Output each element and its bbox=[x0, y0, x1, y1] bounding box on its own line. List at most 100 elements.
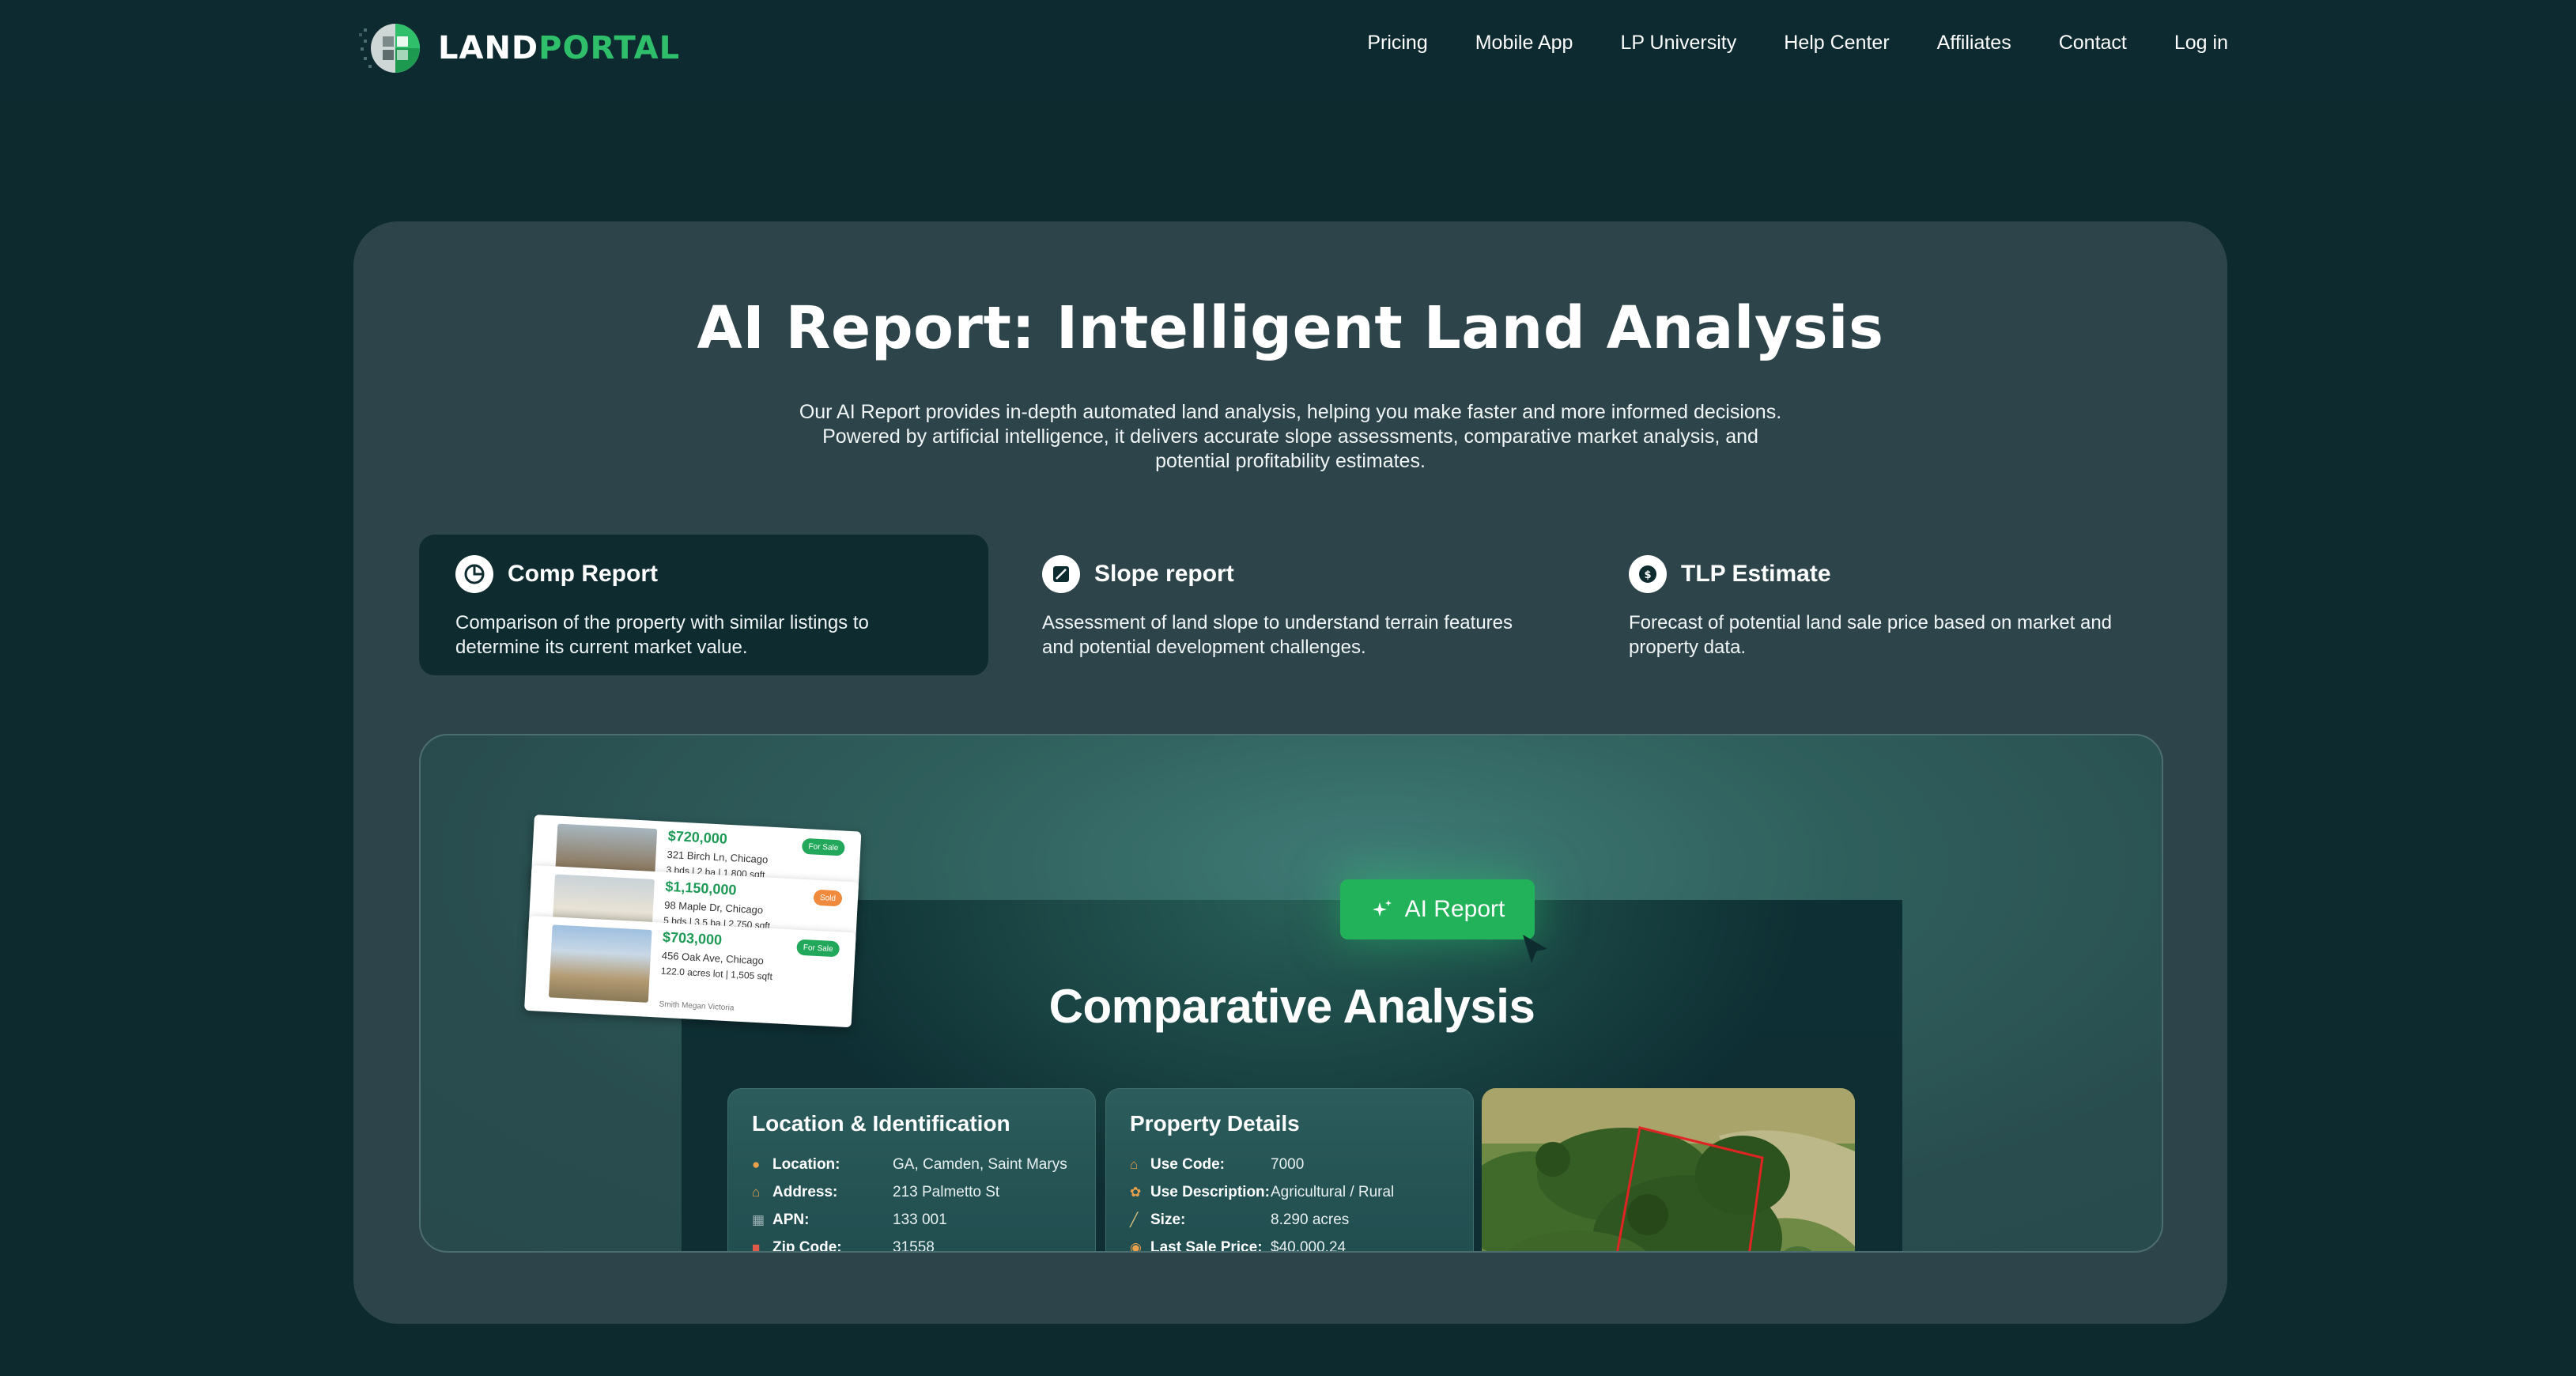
mailbox-icon: ■ bbox=[752, 1239, 761, 1253]
info-value: 133 001 bbox=[893, 1211, 947, 1228]
tab-slope-report[interactable]: Slope report Assessment of land slope to… bbox=[1006, 535, 1575, 675]
info-value: Agricultural / Rural bbox=[1271, 1183, 1395, 1200]
report-preview: Comparative Analysis Location & Identifi… bbox=[419, 734, 2163, 1253]
tab-tlp-estimate[interactable]: $ TLP Estimate Forecast of potential lan… bbox=[1592, 535, 2162, 675]
plant-icon: ✿ bbox=[1130, 1184, 1142, 1200]
info-key: ╱ Size: bbox=[1130, 1212, 1271, 1229]
pie-chart-icon bbox=[455, 555, 493, 593]
listing-price: $703,000 bbox=[662, 928, 723, 948]
location-identification-box: Location & Identification ● Location: GA,… bbox=[727, 1088, 1096, 1253]
info-row: ● Location: GA, Camden, Saint Marys bbox=[752, 1151, 1071, 1178]
ai-report-label: AI Report bbox=[1404, 896, 1505, 922]
feature-description: Forecast of potential land sale price ba… bbox=[1629, 612, 2113, 658]
nav-item-help-center: Help Center bbox=[1784, 32, 1889, 55]
hero-description: Our AI Report provides in-depth automate… bbox=[799, 401, 1782, 472]
nav-item-contact: Contact bbox=[2059, 32, 2127, 55]
pin-icon: ● bbox=[752, 1156, 761, 1172]
nav-link-contact[interactable]: Contact bbox=[2059, 32, 2127, 54]
house-icon: ⌂ bbox=[752, 1184, 761, 1200]
info-key: ■ Zip Code: bbox=[752, 1238, 893, 1253]
nav-link-lp-university[interactable]: LP University bbox=[1620, 32, 1736, 54]
ruler-icon: ╱ bbox=[1130, 1212, 1139, 1227]
comparative-analysis-panel: Comparative Analysis Location & Identifi… bbox=[682, 900, 1902, 1253]
listing-photo bbox=[548, 924, 652, 1003]
nav-link-help-center[interactable]: Help Center bbox=[1784, 32, 1889, 54]
info-row: ⌂ Address: 213 Palmetto St bbox=[752, 1178, 1071, 1206]
status-badge: Sold bbox=[813, 889, 843, 907]
info-value: 7000 bbox=[1271, 1155, 1305, 1173]
feature-description: Comparison of the property with similar … bbox=[455, 612, 869, 658]
nav-link-login[interactable]: Log in bbox=[2174, 32, 2228, 54]
info-key-label: Address: bbox=[772, 1183, 838, 1200]
property-details-box: Property Details ⌂ Use Code: 7000 ✿ Use De… bbox=[1105, 1088, 1474, 1253]
nav-link-affiliates[interactable]: Affiliates bbox=[1937, 32, 2011, 54]
info-row: ■ Zip Code: 31558 bbox=[752, 1234, 1071, 1253]
feature-title: Slope report bbox=[1094, 561, 1234, 587]
feature-tabs: Comp Report Comparison of the property w… bbox=[419, 535, 2162, 675]
nav-links: Pricing Mobile App LP University Help Ce… bbox=[1367, 32, 2228, 55]
info-value: 8.290 acres bbox=[1271, 1211, 1350, 1228]
location-box-title: Location & Identification bbox=[752, 1111, 1010, 1136]
info-row: ◉ Last Sale Price: $40,000.24 bbox=[1130, 1234, 1449, 1253]
ai-report-button[interactable]: AI Report bbox=[1340, 879, 1535, 939]
svg-text:$: $ bbox=[1644, 569, 1651, 581]
property-box-title: Property Details bbox=[1130, 1111, 1300, 1136]
nav-link-mobile-app[interactable]: Mobile App bbox=[1475, 32, 1573, 54]
info-value: 31558 bbox=[893, 1238, 935, 1253]
tab-comp-report[interactable]: Comp Report Comparison of the property w… bbox=[419, 535, 988, 675]
slope-icon bbox=[1042, 555, 1080, 593]
feature-head: $ TLP Estimate bbox=[1629, 555, 2125, 593]
comparative-analysis-title: Comparative Analysis bbox=[1048, 980, 1535, 1033]
info-row: ▦ APN: 133 001 bbox=[752, 1206, 1071, 1234]
nav-item-affiliates: Affiliates bbox=[1937, 32, 2011, 55]
logo-link[interactable]: LANDPORTAL bbox=[359, 21, 680, 76]
feature-title: Comp Report bbox=[508, 561, 658, 587]
info-key: ▦ APN: bbox=[752, 1212, 893, 1229]
listing-address: 456 Oak Ave, Chicago bbox=[661, 949, 765, 967]
feature-description: Assessment of land slope to understand t… bbox=[1042, 612, 1513, 658]
money-bag-icon: ◉ bbox=[1130, 1239, 1142, 1253]
top-nav: LANDPORTAL Pricing Mobile App LP Univers… bbox=[0, 0, 2576, 98]
info-key: ◉ Last Sale Price: bbox=[1130, 1238, 1271, 1253]
listing-card: $703,000 456 Oak Ave, Chicago 122.0 acre… bbox=[524, 915, 856, 1028]
info-key-label: Last Sale Price: bbox=[1150, 1238, 1263, 1253]
listing-address: 321 Birch Ln, Chicago bbox=[667, 848, 769, 866]
ai-report-card: AI Report: Intelligent Land Analysis Our… bbox=[353, 221, 2227, 1324]
info-key-label: Use Code: bbox=[1150, 1155, 1225, 1173]
info-value: GA, Camden, Saint Marys bbox=[893, 1155, 1067, 1173]
logo-text-portal: PORTAL bbox=[538, 30, 681, 66]
status-badge: For Sale bbox=[802, 837, 845, 856]
nav-item-lp-university: LP University bbox=[1620, 32, 1736, 55]
listing-price: $1,150,000 bbox=[664, 878, 737, 898]
listing-price: $720,000 bbox=[667, 827, 728, 847]
info-key-label: APN: bbox=[772, 1211, 810, 1228]
parcel-map-image bbox=[1482, 1088, 1855, 1251]
house-icon: ⌂ bbox=[1130, 1156, 1139, 1172]
listing-agent: Smith Megan Victoria bbox=[659, 1000, 735, 1013]
cursor-pointer-icon bbox=[1523, 935, 1547, 963]
listing-address: 98 Maple Dr, Chicago bbox=[663, 898, 764, 917]
nav-item-mobile-app: Mobile App bbox=[1475, 32, 1573, 55]
info-key: ● Location: bbox=[752, 1156, 893, 1174]
info-value: 213 Palmetto St bbox=[893, 1183, 1000, 1200]
info-key: ✿ Use Description: bbox=[1130, 1184, 1271, 1201]
feature-head: Comp Report bbox=[455, 555, 952, 593]
info-key-label: Zip Code: bbox=[772, 1238, 842, 1253]
info-key-label: Use Description: bbox=[1150, 1183, 1270, 1200]
info-key: ⌂ Address: bbox=[752, 1184, 893, 1201]
listing-meta: 122.0 acres lot | 1,505 sqft bbox=[660, 965, 773, 983]
info-row: ⌂ Use Code: 7000 bbox=[1130, 1151, 1449, 1178]
listing-cards: $720,000 321 Birch Ln, Chicago 3 bds | 2… bbox=[524, 815, 866, 1028]
info-key-label: Size: bbox=[1150, 1211, 1186, 1228]
page-title: AI Report: Intelligent Land Analysis bbox=[697, 294, 1884, 362]
nav-item-pricing: Pricing bbox=[1367, 32, 1427, 55]
info-key-label: Location: bbox=[772, 1155, 840, 1173]
land-portal-logo-icon bbox=[359, 24, 420, 73]
feature-title: TLP Estimate bbox=[1681, 561, 1831, 587]
dollar-icon: $ bbox=[1629, 555, 1667, 593]
info-row: ╱ Size: 8.290 acres bbox=[1130, 1206, 1449, 1234]
nav-link-pricing[interactable]: Pricing bbox=[1367, 32, 1427, 54]
satellite-map-icon bbox=[1482, 1088, 1855, 1251]
info-row: ✿ Use Description: Agricultural / Rural bbox=[1130, 1178, 1449, 1206]
sparkle-icon bbox=[1372, 900, 1392, 917]
